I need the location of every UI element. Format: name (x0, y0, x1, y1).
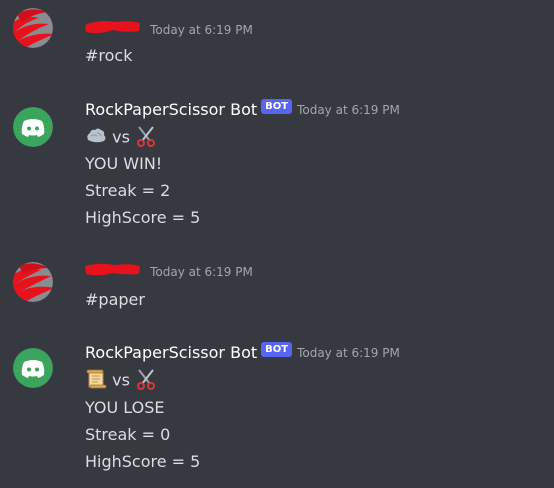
move-line: vs (85, 368, 157, 392)
redacted-username[interactable] (85, 19, 140, 41)
timestamp[interactable]: Today at 6:19 PM (297, 346, 400, 360)
bot-username[interactable]: RockPaperScissor Bot (85, 343, 257, 362)
result-text: YOU LOSE (85, 398, 165, 417)
move-line: vs (85, 125, 157, 149)
message-header: Today at 6:19 PM (85, 261, 253, 285)
scroll-emoji-icon (85, 368, 107, 390)
discord-logo-icon (13, 107, 53, 147)
scissors-emoji-icon (135, 368, 157, 390)
bot-username[interactable]: RockPaperScissor Bot (85, 100, 257, 119)
timestamp[interactable]: Today at 6:19 PM (150, 23, 253, 37)
timestamp[interactable]: Today at 6:19 PM (297, 103, 400, 117)
vs-text: vs (112, 370, 130, 390)
user-avatar[interactable] (13, 8, 53, 48)
bot-avatar[interactable] (13, 107, 53, 147)
bot-tag: BOT (261, 342, 293, 357)
rock-emoji-icon (85, 125, 107, 147)
bot-avatar[interactable] (13, 348, 53, 388)
chat-messages: Today at 6:19 PM #rock RockPaperScissor … (0, 0, 554, 488)
timestamp[interactable]: Today at 6:19 PM (150, 265, 253, 279)
discord-logo-icon (13, 348, 53, 388)
redacted-username[interactable] (85, 261, 140, 283)
message-text: #rock (85, 46, 133, 65)
message-text: #paper (85, 290, 145, 309)
scissors-emoji-icon (135, 125, 157, 147)
vs-text: vs (112, 127, 130, 147)
message-header: RockPaperScissor Bot BOT Today at 6:19 PM (85, 342, 400, 366)
streak-text: Streak = 0 (85, 425, 171, 444)
message-header: Today at 6:19 PM (85, 19, 253, 43)
highscore-text: HighScore = 5 (85, 452, 201, 471)
highscore-text: HighScore = 5 (85, 208, 201, 227)
streak-text: Streak = 2 (85, 181, 171, 200)
bot-tag: BOT (261, 99, 293, 114)
user-avatar[interactable] (13, 262, 53, 302)
message-header: RockPaperScissor Bot BOT Today at 6:19 PM (85, 99, 400, 123)
result-text: YOU WIN! (85, 154, 163, 173)
